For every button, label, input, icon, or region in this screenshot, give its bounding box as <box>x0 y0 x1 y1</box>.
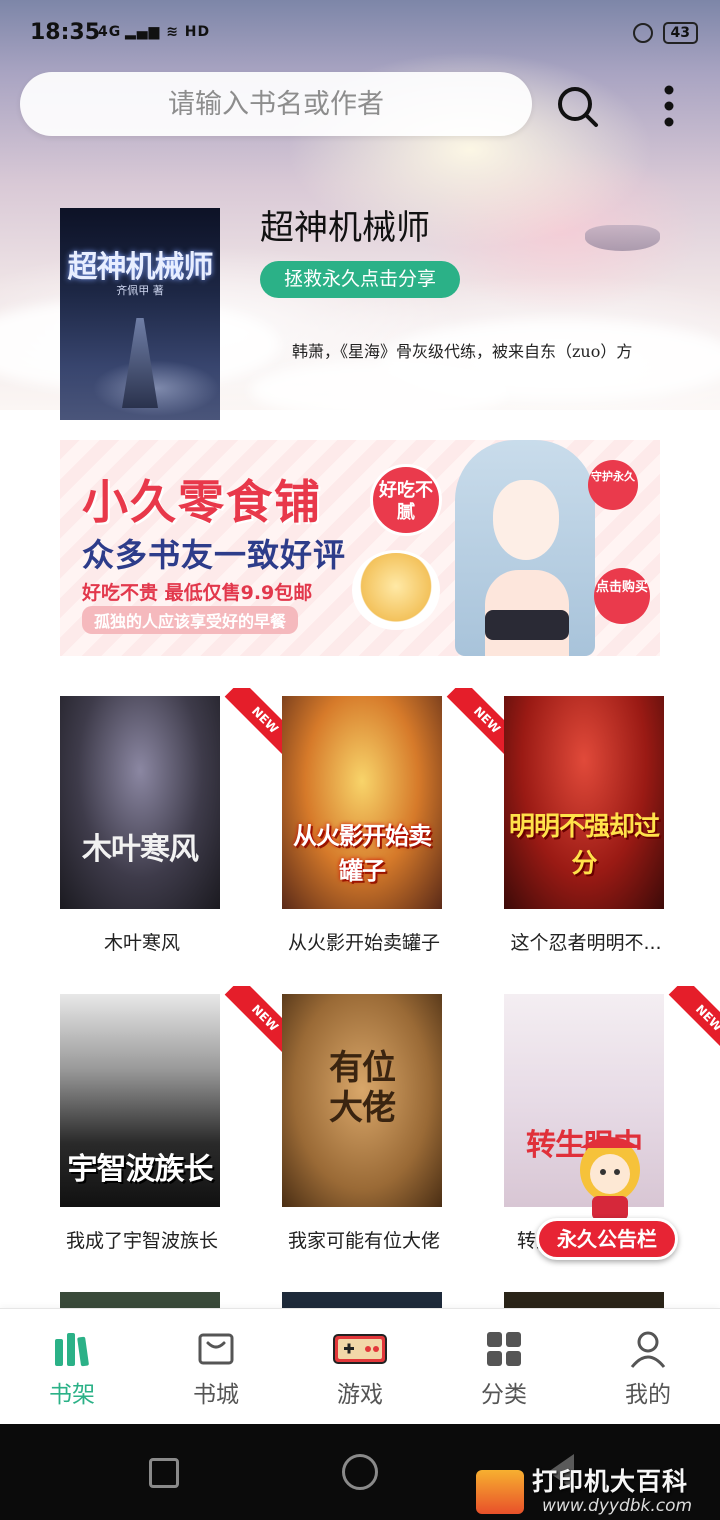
new-badge: NEW <box>660 986 720 1056</box>
recent-apps-button[interactable] <box>149 1458 179 1488</box>
tab-games[interactable]: 游戏 <box>288 1309 432 1425</box>
banner-price: 好吃不贵 最低仅售9.9包邮 <box>82 582 313 604</box>
featured-book-description: 韩萧，《星海》骨灰级代练，被来自东（zuo）方 <box>292 342 633 361</box>
share-button[interactable]: 拯救永久点击分享 <box>260 261 460 298</box>
book-title: 从火影开始卖罐子 <box>287 932 440 954</box>
search-bar[interactable] <box>20 72 532 136</box>
gamepad-icon <box>333 1334 387 1364</box>
floating-island-decoration <box>585 225 660 251</box>
banner-badge-guard: 守护永久 <box>588 460 638 510</box>
tab-bookshelf[interactable]: 书架 <box>0 1309 144 1425</box>
new-badge: NEW <box>438 688 508 758</box>
bottom-tab-bar: 书架 书城 游戏 分类 我的 <box>0 1308 720 1424</box>
bookshelf-icon <box>55 1333 89 1367</box>
tab-label: 游戏 <box>337 1382 383 1408</box>
book-cover[interactable]: 有位大佬 <box>282 994 442 1207</box>
book-cover[interactable]: 明明不强却过分 <box>504 696 664 909</box>
home-button[interactable] <box>342 1454 378 1490</box>
new-badge: NEW <box>216 688 286 758</box>
book-cover[interactable]: 宇智波族长 <box>60 994 220 1207</box>
mascot-icon[interactable] <box>562 1122 658 1222</box>
tab-label: 书城 <box>193 1382 239 1408</box>
book-title: 我成了宇智波族长 <box>65 1230 218 1252</box>
banner-subtitle: 众多书友一致好评 <box>82 536 347 574</box>
watermark-text: 打印机大百科 <box>532 1467 689 1496</box>
tab-label: 我的 <box>625 1382 671 1408</box>
banner-badge-tasty: 好吃不腻 <box>370 464 442 536</box>
profile-icon <box>630 1331 666 1368</box>
printer-logo-icon <box>476 1470 524 1514</box>
new-badge: NEW <box>216 986 286 1056</box>
banner-tagline: 孤独的人应该享受好的早餐 <box>82 606 299 634</box>
banner-buy-button[interactable]: 点击购买 <box>594 568 650 624</box>
book-title: 这个忍者明明不... <box>510 932 662 954</box>
category-icon <box>487 1332 521 1366</box>
battery-indicator: 43 <box>662 22 698 44</box>
signal-wifi-icons: 4G ▂▄▆ ≋ HD <box>98 24 211 40</box>
book-title: 木叶寒风 <box>103 932 180 954</box>
anime-girl-image <box>455 440 595 656</box>
cover-art <box>122 318 158 408</box>
search-input[interactable] <box>20 72 532 136</box>
tab-profile[interactable]: 我的 <box>576 1309 720 1425</box>
book-cover[interactable]: 从火影开始卖罐子 <box>282 696 442 909</box>
notice-board-button[interactable]: 永久公告栏 <box>536 1218 678 1260</box>
tab-category[interactable]: 分类 <box>432 1309 576 1425</box>
book-cover[interactable]: 木叶寒风 <box>60 696 220 909</box>
featured-cover-title: 超神机械师 <box>67 250 214 285</box>
search-icon[interactable] <box>555 84 599 128</box>
featured-cover-author: 齐佩甲 著 <box>116 284 164 297</box>
watermark-url: www.dyydbk.com <box>542 1496 693 1516</box>
featured-book-title[interactable]: 超神机械师 <box>260 200 430 249</box>
more-menu-icon[interactable] <box>655 84 683 128</box>
featured-book-cover[interactable]: 超神机械师 齐佩甲 著 <box>60 208 220 420</box>
tab-label: 分类 <box>481 1382 527 1408</box>
status-bar: 18:35 4G ▂▄▆ ≋ HD 43 <box>0 0 720 52</box>
status-time: 18:35 <box>30 20 101 45</box>
site-watermark: 打印机大百科 www.dyydbk.com <box>476 1456 720 1520</box>
rotation-lock-icon <box>632 23 653 43</box>
snack-shop-banner[interactable]: 小久零食铺 众多书友一致好评 好吃不贵 最低仅售9.9包邮 孤独的人应该享受好的… <box>60 440 660 656</box>
tab-bookstore[interactable]: 书城 <box>144 1309 288 1425</box>
banner-title: 小久零食铺 <box>82 475 322 529</box>
toast-image <box>352 550 440 630</box>
tab-label: 书架 <box>49 1382 95 1408</box>
bookstore-icon <box>198 1333 234 1365</box>
